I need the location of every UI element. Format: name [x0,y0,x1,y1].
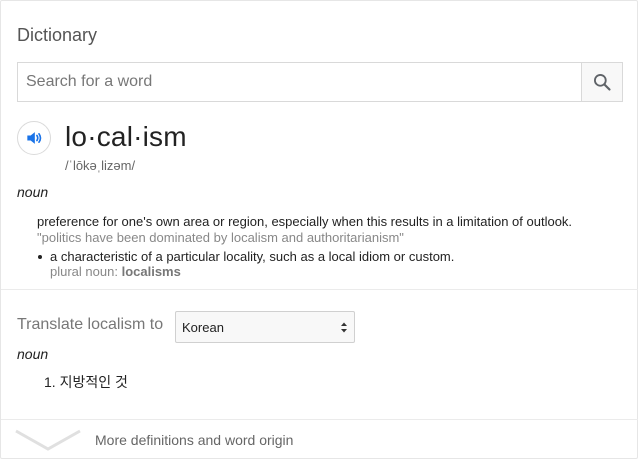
pronunciation-audio-button[interactable] [17,121,51,155]
translate-part-of-speech: noun [17,346,49,362]
translation-number: 1. [44,374,56,390]
pronunciation: /ˈlōkəˌlizəm/ [65,158,136,173]
chevron-down-icon [15,429,81,451]
definition-1: preference for one's own area or region,… [37,214,573,229]
section-divider [1,289,638,290]
select-arrows-icon [341,322,347,333]
headword: lo·cal·ism [65,121,187,152]
language-select[interactable]: Korean [175,311,355,343]
card-title: Dictionary [17,25,98,45]
search-input[interactable] [18,63,581,101]
speaker-icon [27,132,42,144]
definition-2: a characteristic of a particular localit… [50,249,455,264]
translate-label: Translate localism to [17,316,164,333]
part-of-speech: noun [17,184,49,200]
bullet-dot [38,255,42,259]
definition-1-example: "politics have been dominated by localis… [37,230,404,245]
dictionary-card: Dictionary lo·cal·ism /ˈlōkəˌlizəm/ noun… [0,0,638,459]
plural-form: plural noun: localisms [50,264,181,279]
language-select-value: Korean [182,319,224,335]
search-icon [594,74,611,91]
plural-value: localisms [121,264,181,279]
translation-item: 1. 지방적인 것 [44,372,128,392]
search-box [17,62,623,102]
more-definitions-link[interactable]: More definitions and word origin [1,420,638,460]
search-button[interactable] [581,63,622,101]
plural-label: plural noun: [50,264,118,279]
translation-text: 지방적인 것 [59,374,128,390]
more-definitions-label: More definitions and word origin [95,432,294,448]
